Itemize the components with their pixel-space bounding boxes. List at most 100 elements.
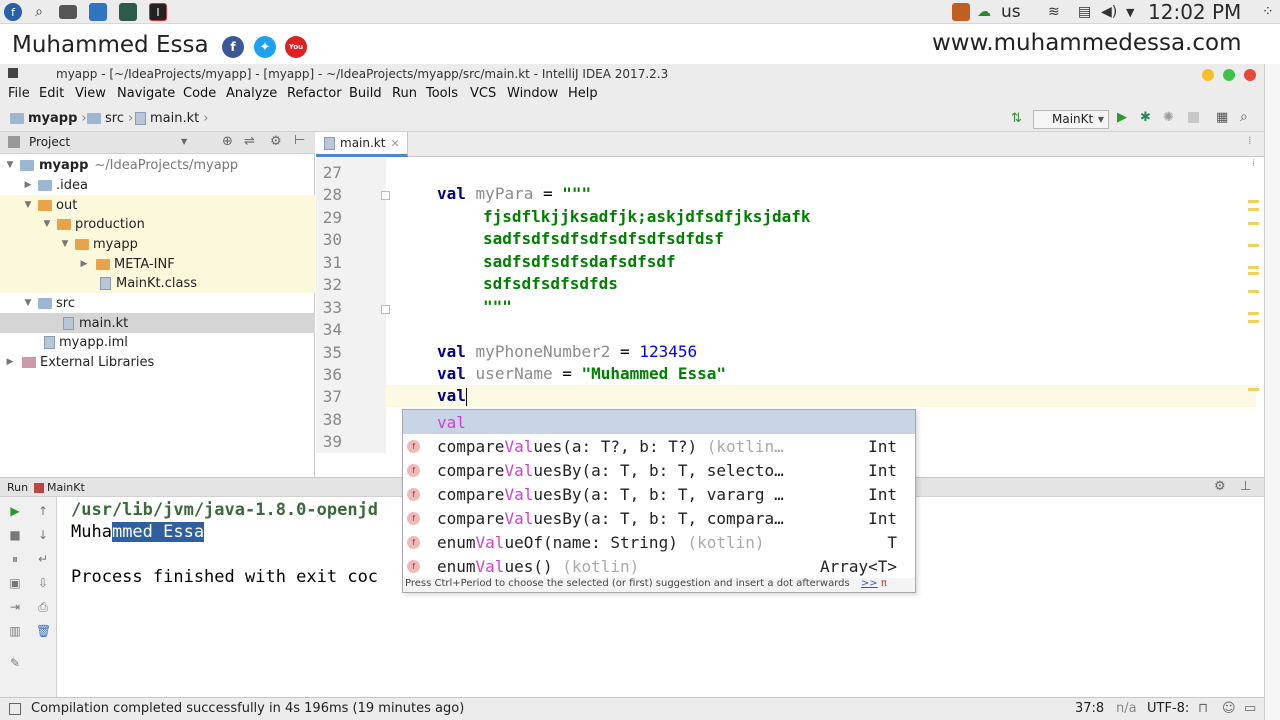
scroll-to-end-icon[interactable]: ⇩ (36, 576, 50, 590)
line-separator[interactable]: n/a (1116, 701, 1137, 716)
autocomplete-item-selected[interactable]: val (403, 410, 915, 434)
up-arrow-icon[interactable]: ↑ (36, 504, 50, 518)
cloud-icon[interactable]: ☁ (977, 4, 991, 20)
gear-icon[interactable]: ⚙ (270, 134, 282, 149)
event-log-icon[interactable]: ▭ (1244, 701, 1256, 716)
menu-file[interactable]: File (8, 86, 30, 101)
autocomplete-item[interactable]: f enumValueOf(name: String) (kotlin) T (403, 530, 915, 554)
inspection-icon[interactable]: ⁞ (1252, 158, 1255, 169)
tree-item-production[interactable]: ▼ production (0, 214, 315, 234)
warning-marker[interactable] (1248, 266, 1259, 269)
dump-threads-icon[interactable]: ▣ (8, 576, 22, 590)
status-message[interactable]: Compilation completed successfully in 4s… (31, 701, 464, 716)
pin-icon[interactable]: ✎ (8, 656, 22, 670)
search-icon[interactable]: ⌕ (1240, 109, 1248, 125)
minimize-button[interactable] (1202, 69, 1214, 81)
autocomplete-item[interactable]: f enumValues() (kotlin) Array<T> (403, 554, 915, 578)
wifi-icon[interactable]: ≋ (1048, 4, 1060, 20)
hide-panel-icon[interactable]: ⊥ (1240, 479, 1251, 494)
autocomplete-item[interactable]: f compareValuesBy(a: T, b: T, selecto… I… (403, 458, 915, 482)
soft-wrap-icon[interactable]: ↵ (36, 552, 50, 566)
menu-tools[interactable]: Tools (426, 86, 458, 101)
hector-icon[interactable]: ☺ (1222, 701, 1236, 716)
volume-icon[interactable]: ◀) (1101, 4, 1117, 20)
menu-navigate[interactable]: Navigate (117, 86, 175, 101)
scroll-from-source-icon[interactable]: ⊕ (222, 134, 233, 149)
editor-options-icon[interactable]: ⁞ (1248, 134, 1252, 147)
debug-icon[interactable]: ✱ (1140, 110, 1151, 125)
tree-item-main-kt[interactable]: main.kt (0, 313, 315, 333)
fold-icon[interactable] (381, 305, 390, 314)
close-tab-icon[interactable]: ✕ (390, 137, 399, 150)
terminal-icon[interactable] (119, 3, 137, 21)
fold-icon[interactable] (381, 191, 390, 200)
warning-marker[interactable] (1248, 244, 1259, 247)
stop-icon[interactable]: ■ (8, 528, 22, 542)
menu-view[interactable]: View (75, 86, 106, 101)
menu-build[interactable]: Build (349, 86, 382, 101)
tree-item-mainkt-class[interactable]: MainKt.class (0, 273, 315, 293)
vcs-update-icon[interactable]: ⇅ (1011, 111, 1022, 126)
stop-icon[interactable] (1188, 112, 1199, 123)
breadcrumb-file[interactable]: main.kt › (135, 111, 208, 126)
chevron-down-icon[interactable]: ▼ (181, 137, 187, 146)
menu-vcs[interactable]: VCS (470, 86, 496, 101)
menu-refactor[interactable]: Refactor (287, 86, 342, 101)
restore-layout-icon[interactable]: ▥ (8, 624, 22, 638)
app-menu-icon[interactable] (8, 68, 18, 78)
fedora-icon[interactable]: f (4, 3, 22, 21)
tree-item-myapp[interactable]: ▼ myapp (0, 234, 315, 254)
project-panel-title[interactable]: Project (29, 135, 70, 149)
caret-position[interactable]: 37:8 (1075, 701, 1104, 716)
warning-marker[interactable] (1248, 200, 1259, 203)
tree-item-src[interactable]: ▼ src (0, 293, 315, 313)
breadcrumb-folder[interactable]: src › (87, 111, 133, 126)
warning-marker[interactable] (1248, 388, 1259, 391)
screen-icon[interactable] (59, 5, 77, 19)
close-button[interactable] (1244, 69, 1256, 81)
autocomplete-item[interactable]: f compareValuesBy(a: T, b: T, vararg … I… (403, 482, 915, 506)
run-config-dropdown[interactable]: MainKt ▼ (1033, 110, 1109, 129)
warning-marker[interactable] (1248, 222, 1259, 225)
hide-panel-icon[interactable]: ⊢ (294, 133, 305, 148)
run-config-tab[interactable]: MainKt (47, 481, 85, 494)
project-structure-icon[interactable]: ▦ (1216, 110, 1228, 125)
rerun-icon[interactable]: ▶ (8, 504, 22, 518)
autocomplete-item[interactable]: f compareValues(a: T?, b: T?) (kotlin… I… (403, 434, 915, 458)
tab-main-kt[interactable]: main.kt ✕ (316, 132, 408, 157)
tree-item-out[interactable]: ▼ out (0, 195, 315, 215)
warning-marker[interactable] (1248, 290, 1259, 293)
file-encoding[interactable]: UTF-8: (1147, 701, 1189, 716)
keyboard-locale[interactable]: us (1001, 0, 1021, 24)
pause-icon[interactable]: ⏸ (8, 552, 22, 566)
collapse-all-icon[interactable]: ⇌ (244, 134, 255, 149)
warning-marker[interactable] (1248, 272, 1259, 275)
warning-marker[interactable] (1248, 320, 1259, 323)
intellij-icon[interactable]: I (149, 3, 167, 21)
maximize-button[interactable] (1223, 69, 1235, 81)
files-icon[interactable] (89, 3, 107, 21)
menu-analyze[interactable]: Analyze (226, 86, 277, 101)
clock[interactable]: 12:02 PM (1148, 0, 1241, 24)
tree-item-myapp-root[interactable]: ▼ myapp ~/IdeaProjects/myapp (0, 155, 315, 175)
menu-edit[interactable]: Edit (39, 86, 64, 101)
autocomplete-item[interactable]: f compareValuesBy(a: T, b: T, compara… I… (403, 506, 915, 530)
tree-item-idea[interactable]: ▶ .idea (0, 175, 315, 195)
coverage-icon[interactable]: ✺ (1163, 110, 1174, 125)
tool-windows-icon[interactable] (9, 703, 21, 715)
menu-code[interactable]: Code (183, 86, 216, 101)
clipboard-icon[interactable]: ▤ (1078, 4, 1091, 20)
tree-item-external-libraries[interactable]: ▶ External Libraries (0, 352, 315, 372)
user-avatar-icon[interactable] (952, 3, 970, 21)
tree-item-meta-inf[interactable]: ▶ META-INF (0, 254, 315, 274)
breadcrumb-project[interactable]: myapp › (10, 111, 87, 126)
gear-icon[interactable]: ⚙ (1214, 479, 1226, 494)
pi-icon[interactable]: π (881, 578, 887, 589)
warning-marker[interactable] (1248, 312, 1259, 315)
menu-run[interactable]: Run (392, 86, 417, 101)
run-icon[interactable]: ▶ (1117, 110, 1127, 125)
menu-help[interactable]: Help (568, 86, 598, 101)
warning-marker[interactable] (1248, 208, 1259, 211)
down-arrow-icon[interactable]: ↓ (36, 528, 50, 542)
lock-icon[interactable]: ⊓ (1198, 701, 1208, 716)
